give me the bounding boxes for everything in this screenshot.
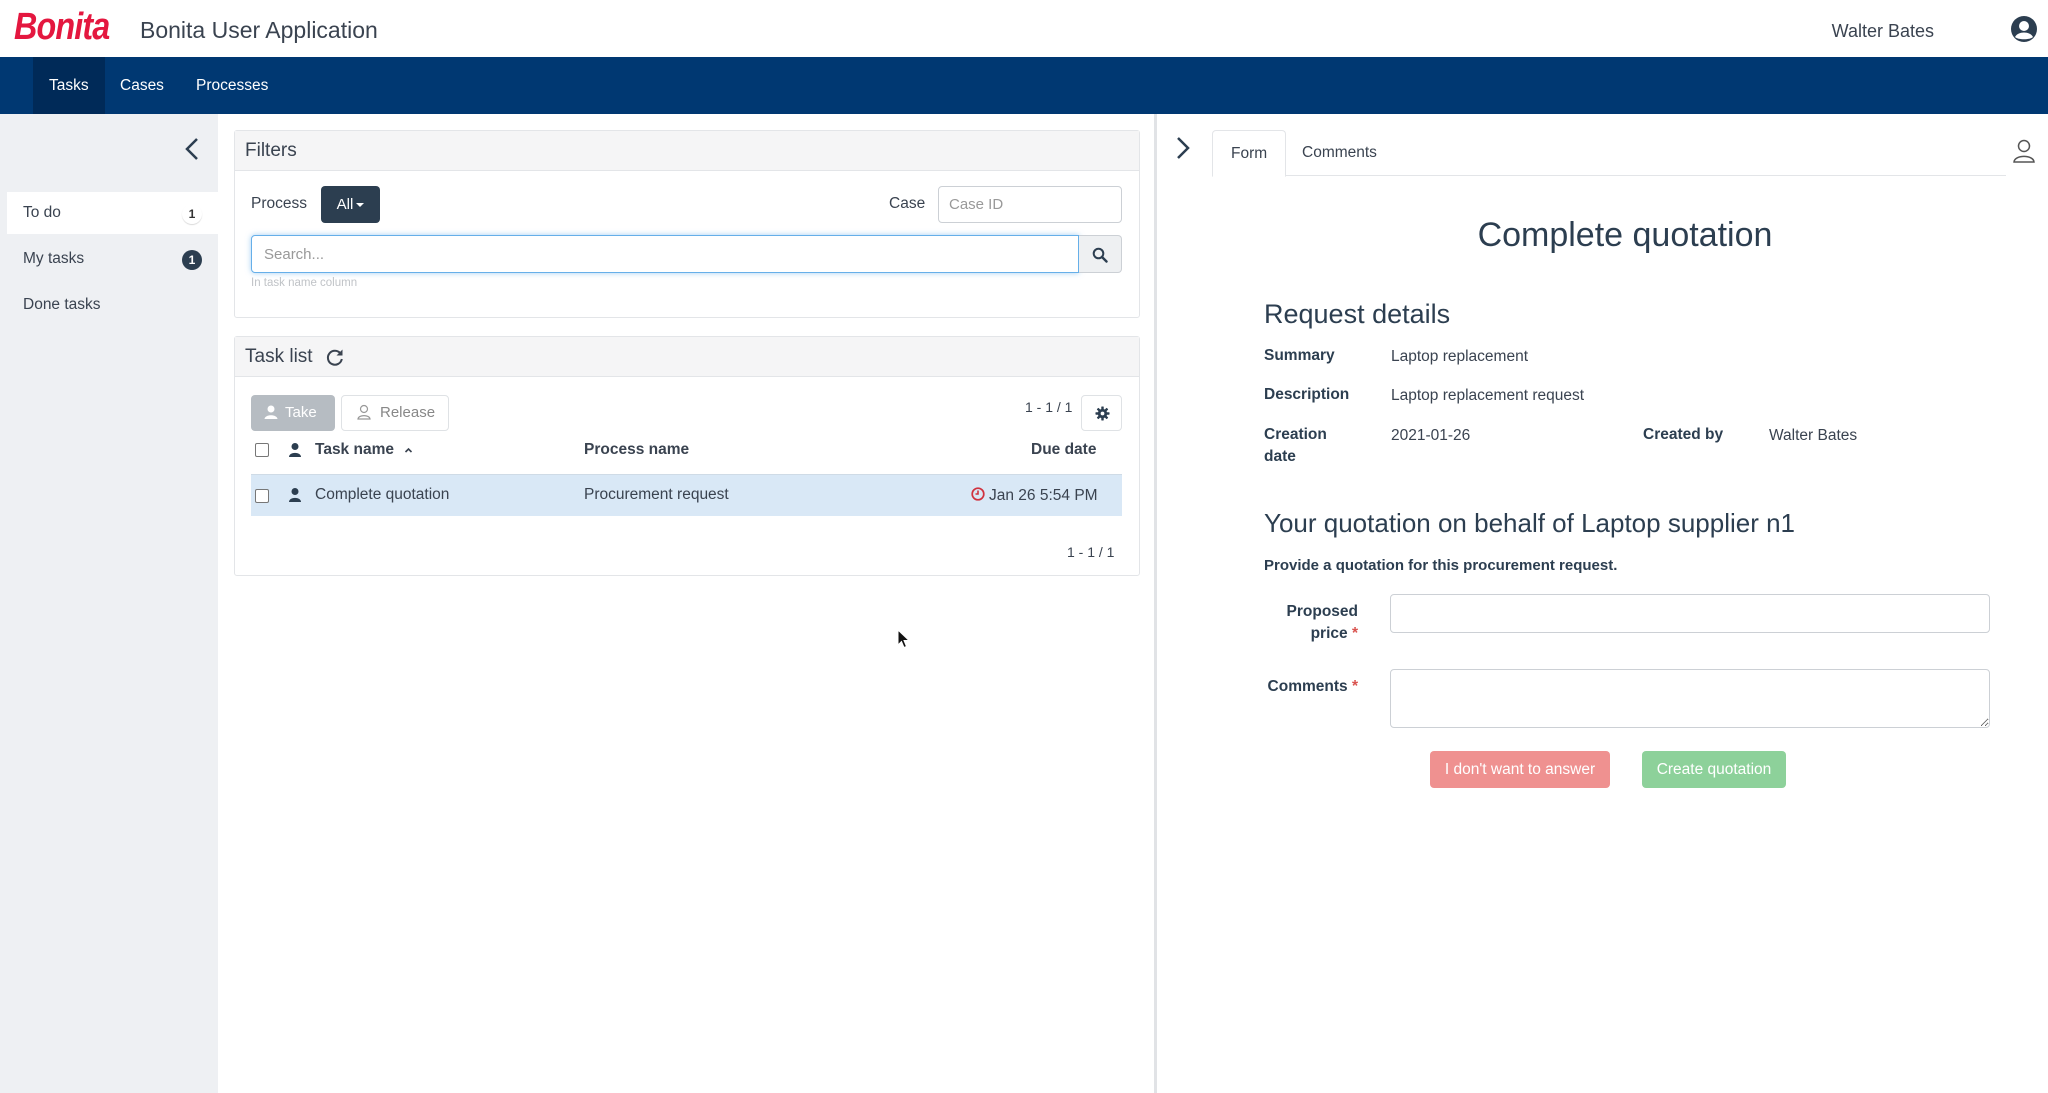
comments-label: Comments * (1260, 676, 1358, 698)
my-tasks-count-badge: 1 (182, 250, 202, 270)
assigned-user-icon (289, 488, 301, 502)
case-label: Case (889, 195, 926, 212)
summary-label: Summary (1264, 347, 1335, 364)
summary-value: Laptop replacement (1391, 348, 1529, 365)
process-label: Process (251, 195, 307, 212)
main-nav: Tasks Cases Processes (0, 57, 2048, 114)
sidebar-item-todo[interactable]: To do 1 (7, 192, 218, 234)
due-date-value: Jan 26 5:54 PM (989, 487, 1098, 504)
create-quotation-button[interactable]: Create quotation (1642, 751, 1786, 788)
nav-tab-tasks[interactable]: Tasks (33, 57, 105, 114)
creation-date-label-line2: date (1264, 448, 1296, 465)
panel-divider[interactable] (1154, 114, 1157, 1093)
sidebar-item-my-tasks[interactable]: My tasks 1 (7, 238, 218, 280)
comments-label-text: Comments (1267, 678, 1348, 695)
column-header-due-date[interactable]: Due date (1031, 441, 1096, 459)
tab-form[interactable]: Form (1212, 130, 1287, 177)
task-list-title: Task list (245, 346, 313, 367)
creation-date-label: Creation date (1264, 424, 1327, 468)
required-marker: * (1351, 678, 1358, 695)
tab-comments[interactable]: Comments (1284, 130, 1395, 176)
created-by-label: Created by (1643, 426, 1724, 443)
form-title: Complete quotation (1477, 216, 1773, 254)
filters-panel: Filters Process All Case In task name co… (234, 130, 1140, 318)
search-icon (1092, 247, 1108, 263)
app-title: Bonita User Application (140, 17, 378, 43)
process-name-cell: Procurement request (584, 486, 729, 503)
column-settings-button[interactable] (1081, 395, 1122, 431)
user-name[interactable]: Walter Bates (1832, 21, 1934, 42)
select-all-checkbox[interactable] (255, 443, 269, 457)
take-button[interactable]: Take (251, 395, 335, 431)
quotation-heading: Your quotation on behalf of Laptop suppl… (1264, 508, 1796, 538)
search-button[interactable] (1079, 235, 1122, 273)
gear-icon (1095, 406, 1110, 421)
task-name-cell[interactable]: Complete quotation (315, 486, 449, 504)
process-dropdown-value: All (336, 196, 354, 213)
description-value: Laptop replacement request (1391, 387, 1585, 404)
column-header-process-name[interactable]: Process name (584, 441, 689, 459)
created-by-value: Walter Bates (1769, 427, 1858, 444)
details-tabs: Form Comments (1212, 130, 2006, 177)
user-outline-icon (357, 404, 371, 420)
sidebar-item-done-tasks[interactable]: Done tasks (7, 284, 218, 326)
table-row[interactable]: Complete quotation Procurement request J… (251, 474, 1122, 516)
sort-ascending-icon (405, 447, 413, 453)
task-list-heading: Task list (235, 337, 1139, 377)
description-label: Description (1264, 386, 1350, 403)
comments-textarea[interactable] (1390, 669, 1990, 728)
chevron-right-icon[interactable] (1172, 133, 1194, 163)
bonita-logo[interactable]: Bonita (14, 6, 110, 49)
column-header-task-name[interactable]: Task name (315, 441, 413, 459)
assigned-user-icon (289, 443, 301, 457)
quotation-intro: Provide a quotation for this procurement… (1264, 557, 1618, 574)
creation-date-value: 2021-01-26 (1391, 427, 1471, 444)
nav-tab-processes[interactable]: Processes (180, 57, 284, 114)
take-label: Take (285, 404, 317, 421)
sidebar: To do 1 My tasks 1 Done tasks (0, 114, 218, 1093)
search-help-text: In task name column (251, 277, 358, 289)
chevron-left-icon[interactable] (180, 134, 204, 164)
assign-user-icon[interactable] (2012, 138, 2036, 164)
task-name-header-label: Task name (315, 441, 394, 458)
caret-down-icon (356, 203, 365, 208)
release-button[interactable]: Release (341, 395, 449, 431)
user-circle-icon[interactable] (2010, 15, 2038, 43)
proposed-price-input[interactable] (1390, 594, 1990, 633)
mouse-cursor-icon (897, 629, 911, 649)
nav-tab-cases[interactable]: Cases (104, 57, 180, 114)
process-dropdown[interactable]: All (321, 186, 380, 223)
decline-button[interactable]: I don't want to answer (1430, 751, 1610, 788)
task-list-panel: Task list Take Release 1 - 1 / 1 Task na… (234, 336, 1140, 576)
sidebar-item-label: Done tasks (23, 296, 101, 313)
clock-overdue-icon (971, 487, 985, 501)
release-label: Release (380, 404, 436, 421)
sidebar-item-label: My tasks (23, 250, 85, 267)
due-date-cell: Jan 26 5:54 PM (971, 487, 1098, 505)
search-input[interactable] (251, 235, 1079, 273)
proposed-price-label-line2: price (1310, 625, 1348, 642)
pagination-top: 1 - 1 / 1 (1025, 399, 1073, 415)
proposed-price-label-line1: Proposed (1286, 603, 1358, 620)
todo-count-badge: 1 (182, 204, 202, 224)
sidebar-item-label: To do (23, 204, 61, 221)
refresh-icon[interactable] (325, 347, 345, 367)
app-header: Bonita Bonita User Application Walter Ba… (0, 0, 2048, 57)
row-checkbox[interactable] (255, 489, 269, 503)
request-details-heading: Request details (1264, 299, 1451, 329)
user-icon (264, 405, 278, 419)
filters-heading: Filters (235, 131, 1139, 171)
case-id-input[interactable] (938, 186, 1122, 223)
creation-date-label-line1: Creation (1264, 426, 1327, 443)
pagination-bottom: 1 - 1 / 1 (1067, 544, 1115, 560)
required-marker: * (1351, 625, 1358, 642)
proposed-price-label: Proposed price * (1268, 601, 1358, 645)
